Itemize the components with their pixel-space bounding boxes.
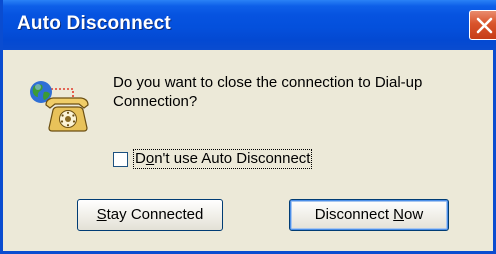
stay-connected-label: tay Connected xyxy=(106,206,204,223)
checkbox-label-mnemonic: o xyxy=(145,150,155,167)
stay-connected-button[interactable]: Stay Connected xyxy=(77,199,223,231)
window-title: Auto Disconnect xyxy=(17,13,171,34)
checkbox-label-prefix: D xyxy=(135,150,146,167)
checkbox-label-suffix: n't use Auto Disconnect xyxy=(154,150,311,167)
confirmation-message: Do you want to close the connection to D… xyxy=(113,74,423,110)
close-button[interactable] xyxy=(469,10,496,40)
stay-connected-mnemonic: S xyxy=(96,206,107,223)
disconnect-now-label-prefix: Disconnect xyxy=(314,206,394,223)
close-icon xyxy=(476,17,493,34)
disconnect-now-label-suffix: ow xyxy=(404,206,424,223)
auto-disconnect-dialog: Auto Disconnect Do you want to close the… xyxy=(0,0,496,254)
dialog-body: Do you want to close the connection to D… xyxy=(3,50,493,251)
auto-disconnect-option[interactable]: Don't use Auto Disconnect xyxy=(113,148,313,170)
disconnect-now-button[interactable]: Disconnect Now xyxy=(289,199,449,231)
checkbox-label[interactable]: Don't use Auto Disconnect xyxy=(133,149,313,169)
title-bar[interactable]: Auto Disconnect xyxy=(3,0,496,50)
disconnect-now-mnemonic: N xyxy=(393,206,405,223)
dialup-connection-icon xyxy=(30,81,89,132)
dont-use-auto-disconnect-checkbox[interactable] xyxy=(113,151,128,167)
